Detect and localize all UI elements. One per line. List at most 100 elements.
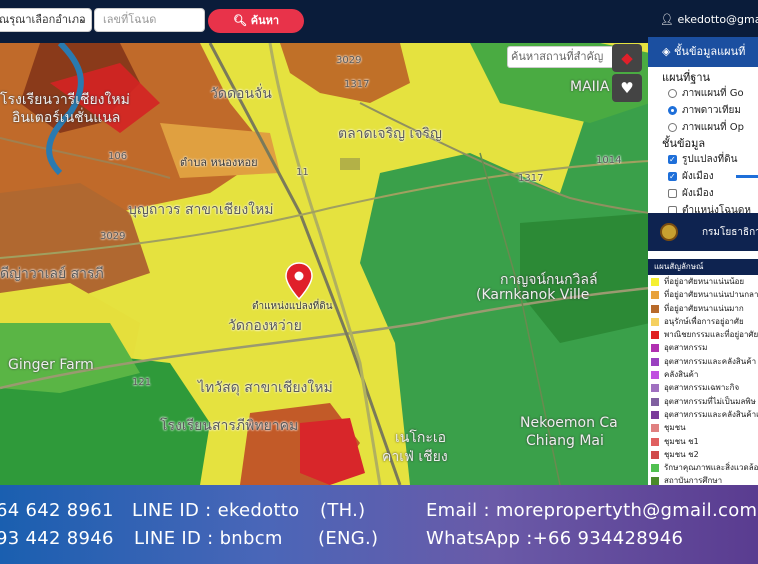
whatsapp-contact: WhatsApp :+66 934428946	[426, 528, 684, 549]
layer-option-label: รูปแปลงที่ดิน	[682, 154, 738, 165]
top-bar: ณรุณาเลือกอำเภอ ⌄ เลขที่โฉนด 🔍︎ ค้นหา 👤︎…	[0, 0, 758, 43]
land-marker-icon[interactable]	[284, 262, 314, 300]
department-banner: กรมโยธาธิการ	[648, 213, 758, 251]
heart-icon[interactable]: ♥	[612, 74, 642, 102]
radio-icon	[668, 89, 677, 98]
legend-item: ชุมชน ช1	[648, 435, 758, 448]
layer-option-label: ผังเมือง	[682, 171, 714, 182]
legend-item: สถาบันการศึกษา	[648, 474, 758, 485]
legend-swatch	[651, 424, 659, 433]
road-number-3029-top: 3029	[336, 55, 362, 66]
legend-item: อนุรักษ์เพื่อการอยู่อาศัย	[648, 315, 758, 328]
layer-option[interactable]: รูปแปลงที่ดิน	[648, 151, 758, 168]
road-number-1317b: 1317	[518, 173, 544, 184]
legend-item: คลังสินค้า	[648, 368, 758, 381]
legend-swatch	[651, 477, 659, 485]
layer-panel: ◈ ชั้นข้อมูลแผนที่ แผนที่ฐาน ภาพแผนที่ G…	[648, 37, 758, 485]
legend-swatch	[651, 331, 659, 340]
legend-item: ชุมชน ช2	[648, 448, 758, 461]
layer-panel-header[interactable]: ◈ ชั้นข้อมูลแผนที่	[648, 37, 758, 67]
map-label-ginger-farm: Ginger Farm	[8, 357, 94, 373]
legend-label: ที่อยู่อาศัยหนาแน่นน้อย	[664, 277, 745, 286]
zoning-legend: ที่อยู่อาศัยหนาแน่นน้อยที่อยู่อาศัยหนาแน…	[648, 275, 758, 485]
legend-swatch	[651, 450, 659, 459]
department-name: กรมโยธาธิการ	[702, 227, 758, 238]
map-label-nekoemon: Nekoemon Ca	[520, 415, 618, 431]
road-number-3029-left: 3029	[100, 231, 126, 242]
layer-panel-title: ชั้นข้อมูลแผนที่	[673, 45, 746, 58]
map-label-intersection: อินเตอร์เนชั่นแนล	[12, 110, 121, 126]
layers-stack-icon: ◈	[662, 45, 671, 58]
legend-item: อุตสาหกรรมที่ไม่เป็นมลพิษ	[648, 395, 758, 408]
layers-icon[interactable]: ◆	[612, 44, 642, 72]
basemap-option-label: ภาพแผนที่ Op	[682, 122, 744, 133]
map-canvas[interactable]: โรงเรียนวารีเชียงใหม่ อินเตอร์เนชั่นแนล …	[0, 43, 650, 485]
opacity-slider[interactable]	[736, 175, 758, 178]
basemap-option-label: ภาพดาวเทียม	[682, 105, 741, 116]
legend-item: รักษาคุณภาพและสิ่งแวดล้อ	[648, 461, 758, 474]
email-contact: Email : morepropertyth@gmail.com	[426, 500, 758, 521]
road-number-1317: 1317	[344, 79, 370, 90]
legend-label: อุตสาหกรรมและคลังสินค้า	[664, 356, 757, 366]
legend-item: พาณิชยกรรมและที่อยู่อาศัย	[648, 328, 758, 341]
legend-label: รักษาคุณภาพและสิ่งแวดล้อ	[664, 463, 758, 473]
checkbox-icon	[668, 168, 677, 185]
map-label-talad: ตลาดเจริญ เจริญ	[338, 126, 442, 142]
place-search-input[interactable]: ค้นหาสถานที่สำคัญ	[507, 46, 615, 68]
basemap-option[interactable]: ภาพดาวเทียม	[648, 102, 758, 119]
legend-label: คลังสินค้า	[664, 370, 699, 380]
legend-label: ชุมชน	[664, 423, 686, 433]
map-label-cafe: คาเฟ่ เชียง	[382, 449, 448, 465]
basemap-option-label: ภาพแผนที่ Go	[682, 88, 744, 99]
legend-swatch	[651, 317, 659, 326]
legend-item: อุตสาหกรรมและคลังสินค้า	[648, 355, 758, 368]
user-menu[interactable]: 👤︎ ekedotto@gma	[660, 13, 758, 26]
road-number-1014: 1014	[596, 155, 622, 166]
phone-en: 93 442 8946	[0, 528, 114, 549]
line-id-th: LINE ID : ekedotto	[132, 500, 300, 521]
legend-item: ที่อยู่อาศัยหนาแน่นปานกลาง	[648, 288, 758, 301]
layer-option-label: ผังเมือง	[682, 188, 714, 199]
radio-icon	[668, 106, 677, 115]
legend-label: พาณิชยกรรมและที่อยู่อาศัย	[664, 330, 758, 340]
legend-swatch	[651, 278, 659, 286]
legend-swatch	[651, 357, 659, 366]
map-label-bunthavorn: บุญถาวร สาขาเชียงใหม่	[128, 202, 274, 218]
line-id-en: LINE ID : bnbcm	[134, 528, 283, 549]
legend-title: แผนสัญลักษณ์	[648, 259, 758, 275]
legend-swatch	[651, 397, 659, 406]
district-select[interactable]: ณรุณาเลือกอำเภอ ⌄	[0, 8, 92, 32]
legend-label: อุตสาหกรรม	[664, 343, 708, 353]
basemap-option[interactable]: ภาพแผนที่ Go	[648, 85, 758, 102]
basemap-heading: แผนที่ฐาน	[662, 71, 711, 84]
user-email: ekedotto@gma	[677, 13, 758, 26]
deed-number-input[interactable]: เลขที่โฉนด	[94, 8, 205, 32]
language-tag-th: (TH.)	[320, 500, 366, 521]
basemap-option[interactable]: ภาพแผนที่ Op	[648, 119, 758, 136]
road-number-106: 106	[108, 151, 128, 162]
map-label-tambon: ตำบล หนองหอย	[180, 156, 258, 169]
map-label-school-bottom: โรงเรียนสารภีพิทยาคม	[160, 418, 299, 434]
legend-item: อุตสาหกรรม	[648, 341, 758, 354]
legend-label: อุตสาหกรรมเฉพาะกิจ	[664, 383, 740, 393]
legend-swatch	[651, 410, 659, 419]
legend-label: อุตสาหกรรมที่ไม่เป็นมลพิษ	[664, 396, 756, 406]
legend-item: ที่อยู่อาศัยหนาแน่นน้อย	[648, 275, 758, 288]
legend-swatch	[651, 437, 659, 446]
legend-item: อุตสาหกรรมและคลังสินค้าเ	[648, 408, 758, 421]
legend-label: ชุมชน ช2	[664, 449, 699, 459]
user-icon: 👤︎	[660, 13, 674, 26]
layer-option[interactable]: ผังเมือง	[648, 168, 758, 185]
search-button[interactable]: 🔍︎ ค้นหา	[208, 9, 304, 33]
legend-swatch	[651, 464, 659, 473]
language-tag-en: (ENG.)	[318, 528, 379, 549]
contact-footer: 64 642 8961 LINE ID : ekedotto (TH.) Ema…	[0, 485, 758, 564]
legend-item: ชุมชน	[648, 421, 758, 434]
legend-label: ชุมชน ช1	[664, 436, 699, 446]
layer-option[interactable]: ผังเมือง	[648, 185, 758, 202]
legend-swatch	[651, 384, 659, 393]
legend-swatch	[651, 304, 659, 313]
district-select-value: ณรุณาเลือกอำเภอ	[0, 13, 86, 26]
search-button-label: ค้นหา	[250, 14, 280, 27]
search-icon: 🔍︎	[232, 14, 247, 27]
